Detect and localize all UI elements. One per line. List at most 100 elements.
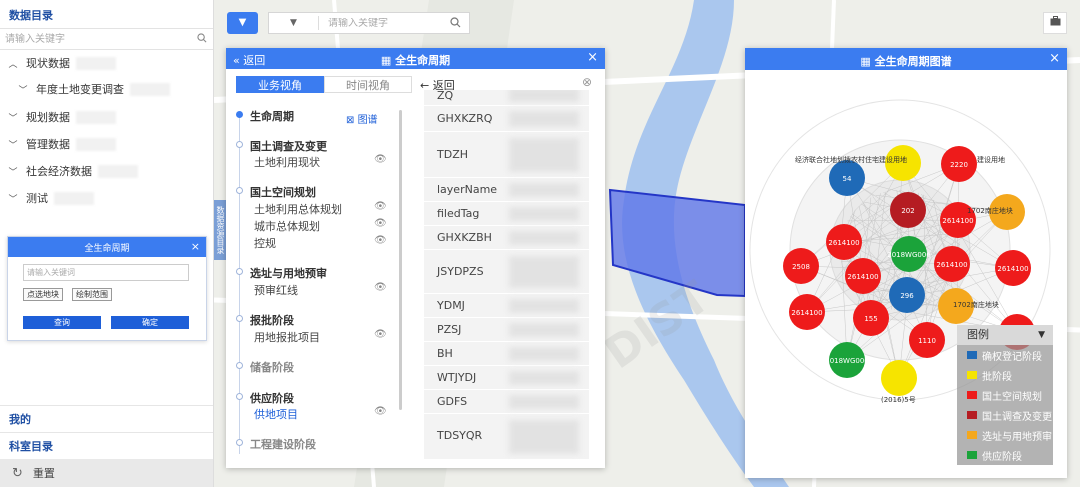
graph-annotation: 建设用地 (977, 155, 1005, 164)
graph-panel-title: ▦ 全生命周期图谱 (860, 55, 952, 68)
graph-node-label: 1110 (918, 337, 936, 345)
table-row: GDFS (424, 390, 589, 414)
layer-item-land-supply-project[interactable]: 供地项目 (254, 406, 298, 422)
catalog-collapse-handle[interactable]: 数据资源目录 (214, 200, 226, 260)
tree-item-land-change-survey[interactable]: ﹀ 年度土地变更调查 (0, 76, 213, 102)
search-icon[interactable] (450, 17, 461, 31)
field-value (509, 111, 579, 127)
field-key: layerName (437, 183, 498, 196)
eye-icon[interactable]: 👁 (374, 235, 387, 246)
layer-item-preliminary-redline[interactable]: 预审红线 (254, 282, 298, 298)
stage-construction: 工程建设阶段 (250, 438, 316, 451)
layer-item-land-use-master-plan[interactable]: 土地利用总体规划 (254, 201, 342, 217)
table-row: BH (424, 342, 589, 366)
field-value (509, 420, 579, 454)
dept-catalog-section[interactable]: 科室目录 (0, 432, 213, 458)
layer-item-city-master-plan[interactable]: 城市总体规划 (254, 218, 320, 234)
tab-business-view[interactable]: 业务视角 (236, 76, 324, 93)
close-icon[interactable]: × (191, 240, 200, 253)
layer-item-regulatory-plan[interactable]: 控规 (254, 235, 276, 251)
select-block-button[interactable]: 点选地块 (23, 288, 63, 301)
legend-label: 批阶段 (982, 371, 1012, 383)
catalog-title: 数据目录 (9, 9, 53, 22)
tree-item-test[interactable]: ﹀ 测试 (0, 185, 213, 211)
mini-keyword-input[interactable] (23, 264, 189, 281)
graph-annotation: 1702南庄地块 (967, 206, 1013, 215)
legend-item[interactable]: 国土空间规划 (957, 385, 1053, 405)
legend-item[interactable]: 批阶段 (957, 365, 1053, 385)
search-icon[interactable] (197, 33, 207, 46)
tree-item-planning-data[interactable]: ﹀ 规划数据 (0, 104, 213, 130)
field-value (509, 371, 579, 385)
catalog-search-input[interactable] (0, 29, 190, 49)
layer-item-approval-project[interactable]: 用地报批项目 (254, 329, 320, 345)
field-key: PZSJ (437, 323, 462, 336)
field-value (509, 231, 579, 245)
graph-legend: 图例 ▼ 确权登记阶段 批阶段国土空间规划 国土调查及变更 选址与用地预审 供应阶段 (957, 325, 1053, 465)
eye-icon[interactable]: 👁 (374, 201, 387, 212)
tree-item-label: 管理数据 (26, 138, 70, 151)
mini-dialog-title: 全生命周期 (84, 243, 130, 254)
reset-button[interactable]: ↻ 重置 (0, 459, 213, 487)
attribute-fields-panel: ← 返回 ⊗ ZQ GHXKZRQ TDZH layerName filedTa… (416, 73, 787, 461)
legend-swatch (967, 351, 977, 359)
close-icon[interactable]: × (587, 50, 598, 65)
tree-item-current-data[interactable]: ︿ 现状数据 (0, 50, 213, 76)
eye-icon[interactable]: 👁 (374, 218, 387, 229)
data-catalog-sidebar: 数据目录 ︿ 现状数据 ﹀ 年度土地变更调查 ﹀ 规划数据 ﹀ 管理数据 ﹀ 社… (0, 0, 214, 487)
graph-annotation: (2016)5号 (881, 396, 916, 404)
timeline-dot (236, 141, 243, 148)
stage-land-survey: 国土调查及变更 (250, 140, 327, 153)
chevron-down-icon: ﹀ (8, 113, 18, 124)
legend-item[interactable]: 国土调查及变更 (957, 405, 1053, 425)
chevron-up-icon: ︿ (8, 59, 18, 70)
graph-node-label: 296 (900, 292, 914, 300)
close-icon[interactable]: × (1049, 51, 1060, 66)
legend-swatch (967, 451, 977, 459)
legend-label: 确权登记阶段 (982, 351, 1042, 363)
table-row: filedTag (424, 202, 589, 226)
toolbox-button[interactable] (1043, 12, 1067, 34)
layer-item-land-use-status[interactable]: 土地利用现状 (254, 154, 320, 170)
eye-icon[interactable]: 👁 (374, 406, 387, 417)
legend-swatch (967, 431, 977, 439)
query-button[interactable]: 查询 (23, 316, 101, 329)
close-circle-icon[interactable]: ⊗ (582, 75, 592, 89)
map-search-input[interactable] (328, 17, 453, 29)
tree-item-socioeconomic-data[interactable]: ﹀ 社会经济数据 (0, 158, 213, 184)
eye-icon[interactable]: 👁 (374, 282, 387, 293)
field-key: GHXKZBH (437, 231, 492, 244)
graph-link[interactable]: ⊠ 图谱 (346, 111, 378, 126)
attribute-table: ZQ GHXKZRQ TDZH layerName filedTag GHXKZ… (424, 90, 589, 460)
eye-icon[interactable]: 👁 (374, 154, 387, 165)
draw-range-button[interactable]: 绘制范围 (72, 288, 112, 301)
count-badge (76, 110, 116, 124)
table-row: GHXKZBH (424, 226, 589, 250)
graph-node-label: 2508 (792, 263, 810, 271)
tree-item-management-data[interactable]: ﹀ 管理数据 (0, 131, 213, 157)
legend-item[interactable]: 确权登记阶段 (957, 345, 1053, 365)
chevron-down-icon: ﹀ (8, 140, 18, 151)
mine-section[interactable]: 我的 (0, 405, 213, 431)
legend-header[interactable]: 图例 ▼ (957, 325, 1053, 345)
graph-node[interactable] (881, 360, 917, 396)
table-row: WTJYDJ (424, 366, 589, 390)
timeline-dot (236, 393, 243, 400)
table-row: PZSJ (424, 318, 589, 342)
field-key: WTJYDJ (437, 371, 477, 384)
eye-icon[interactable]: 👁 (374, 329, 387, 340)
field-value (509, 90, 579, 102)
briefcase-icon (1050, 16, 1061, 29)
tab-time-view[interactable]: 时间视角 (324, 76, 412, 93)
field-value (509, 256, 579, 288)
legend-item[interactable]: 供应阶段 (957, 445, 1053, 465)
layer-dropdown-button[interactable]: ▼ (227, 12, 258, 34)
field-value (509, 138, 579, 172)
legend-item[interactable]: 选址与用地预审 (957, 425, 1053, 445)
search-type-dropdown[interactable]: ▼ (269, 16, 319, 30)
field-key: TDSYQR (437, 429, 483, 442)
timeline-line (239, 114, 240, 454)
confirm-button[interactable]: 确定 (111, 316, 189, 329)
graph-node-label: 2614100 (847, 273, 878, 281)
timeline-scrollbar[interactable] (399, 110, 402, 410)
